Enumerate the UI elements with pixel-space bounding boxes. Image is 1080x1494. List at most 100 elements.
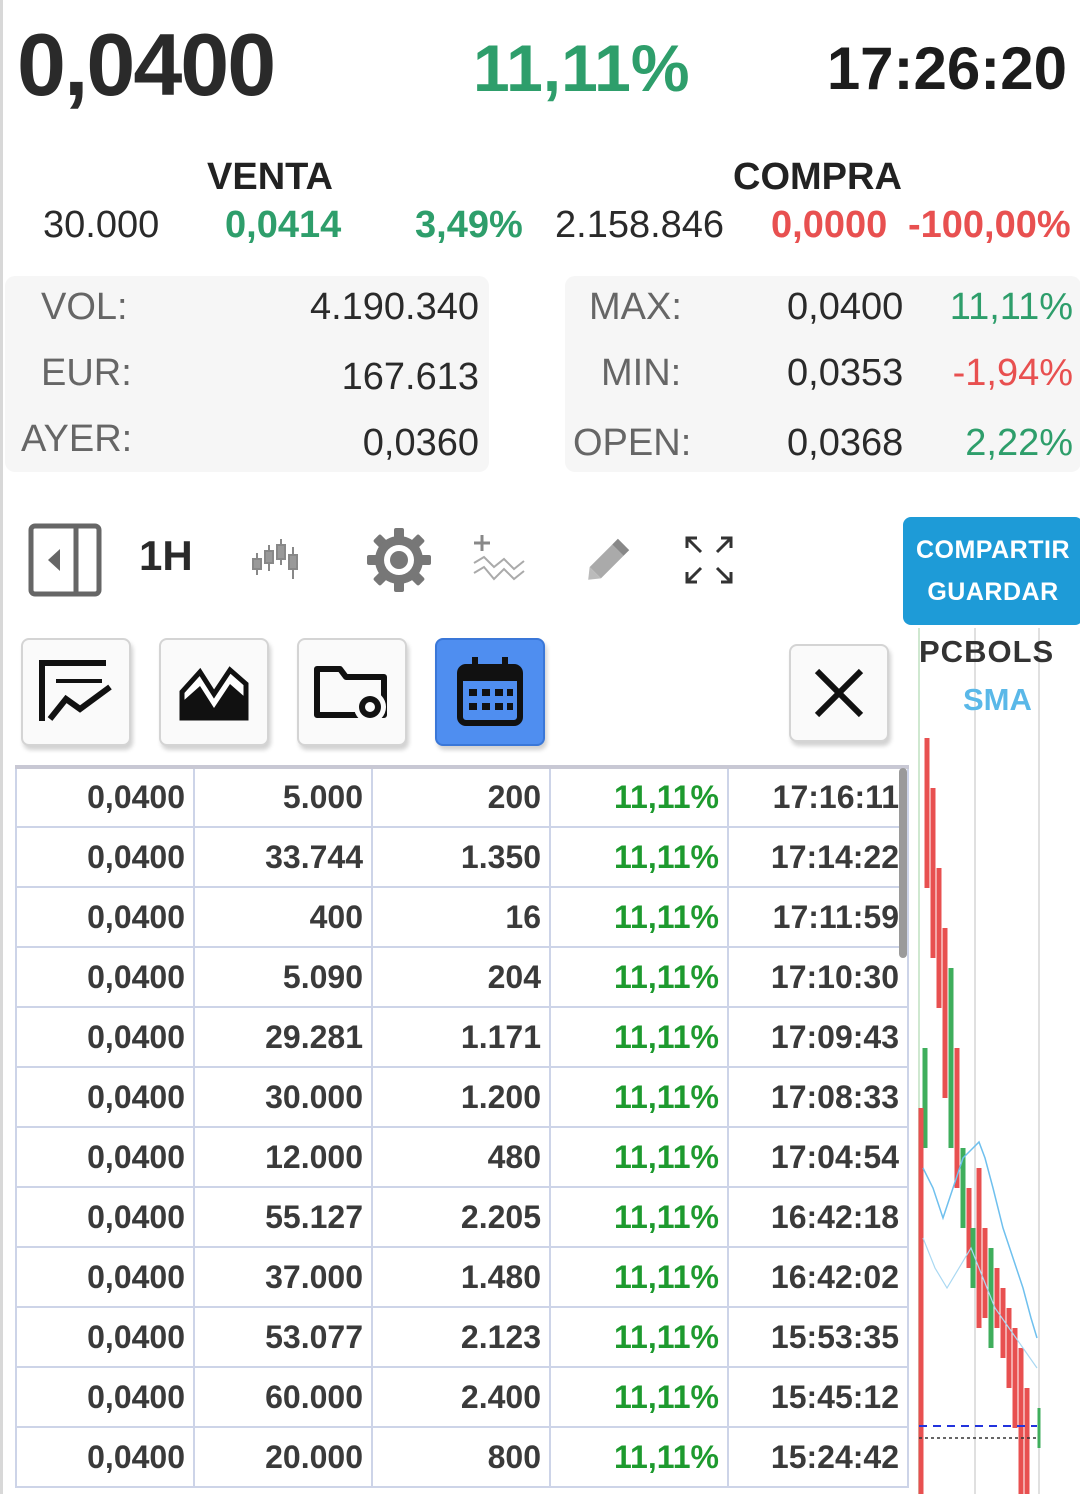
mini-chart-panel[interactable]: PCBOLS SMA — [913, 628, 1053, 1494]
trade-amount: 1.480 — [371, 1246, 551, 1308]
trade-change: 11,11% — [549, 1126, 729, 1188]
quote-header: 0,0400 11,11% 17:26:20 — [3, 0, 1080, 130]
trade-time: 17:04:54 — [727, 1126, 909, 1188]
close-button[interactable] — [789, 644, 889, 742]
trade-amount: 1.200 — [371, 1066, 551, 1128]
table-row[interactable]: 0,0400 12.000 480 11,11% 17:04:54 — [15, 1126, 909, 1188]
buy-price: 0,0000 — [771, 204, 888, 246]
panel-toggle-icon[interactable] — [27, 520, 103, 600]
trade-volume: 33.744 — [193, 826, 373, 888]
trade-change: 11,11% — [549, 1186, 729, 1248]
trade-volume: 29.281 — [193, 1006, 373, 1068]
calendar-button[interactable] — [435, 638, 545, 746]
trade-volume: 37.000 — [193, 1246, 373, 1308]
trade-price: 0,0400 — [15, 1426, 195, 1488]
sell-title: VENTA — [207, 156, 333, 198]
area-chart-icon — [179, 666, 249, 721]
trade-amount: 2.400 — [371, 1366, 551, 1428]
table-row[interactable]: 0,0400 5.000 200 11,11% 17:16:11 — [15, 766, 909, 828]
change-percent: 11,11% — [473, 31, 690, 105]
area-chart-button[interactable] — [159, 638, 269, 746]
table-row[interactable]: 0,0400 53.077 2.123 11,11% 15:53:35 — [15, 1306, 909, 1368]
trade-time: 17:09:43 — [727, 1006, 909, 1068]
trade-change: 11,11% — [549, 1006, 729, 1068]
pencil-icon[interactable] — [579, 520, 637, 600]
sell-volume: 30.000 — [43, 204, 160, 246]
sell-price: 0,0414 — [225, 204, 342, 246]
trade-time: 15:45:12 — [727, 1366, 909, 1428]
buy-title: COMPRA — [733, 156, 902, 198]
table-row[interactable]: 0,0400 60.000 2.400 11,11% 15:45:12 — [15, 1366, 909, 1428]
trade-price: 0,0400 — [15, 1006, 195, 1068]
trade-time: 17:11:59 — [727, 886, 909, 948]
trade-amount: 1.171 — [371, 1006, 551, 1068]
trade-volume: 60.000 — [193, 1366, 373, 1428]
trade-price: 0,0400 — [15, 1066, 195, 1128]
stats-left-panel: VOL: 4.190.340 EUR: 167.613 AYER: 0,0360 — [5, 276, 489, 472]
trade-change: 11,11% — [549, 1426, 729, 1488]
trade-price: 0,0400 — [15, 946, 195, 1008]
calendar-icon — [457, 657, 523, 726]
trade-change: 11,11% — [549, 946, 729, 1008]
open-percent: 2,22% — [965, 422, 1073, 464]
trade-amount: 200 — [371, 766, 551, 828]
share-save-button[interactable]: COMPARTIR GUARDAR — [903, 517, 1080, 625]
table-row[interactable]: 0,0400 30.000 1.200 11,11% 17:08:33 — [15, 1066, 909, 1128]
max-value: 0,0400 — [787, 286, 904, 328]
table-row[interactable]: 0,0400 5.090 204 11,11% 17:10:30 — [15, 946, 909, 1008]
trade-amount: 1.350 — [371, 826, 551, 888]
table-row[interactable]: 0,0400 33.744 1.350 11,11% 17:14:22 — [15, 826, 909, 888]
table-row[interactable]: 0,0400 37.000 1.480 11,11% 16:42:02 — [15, 1246, 909, 1308]
trade-volume: 55.127 — [193, 1186, 373, 1248]
trade-time: 16:42:02 — [727, 1246, 909, 1308]
trade-volume: 12.000 — [193, 1126, 373, 1188]
trade-time: 17:08:33 — [727, 1066, 909, 1128]
trade-change: 11,11% — [549, 1066, 729, 1128]
folder-settings-button[interactable] — [297, 638, 407, 746]
trade-price: 0,0400 — [15, 1246, 195, 1308]
ayer-value: 0,0360 — [362, 422, 479, 464]
trade-time: 17:10:30 — [727, 946, 909, 1008]
interval-selector[interactable]: 1H — [139, 532, 193, 580]
gear-icon[interactable] — [361, 520, 437, 600]
trade-amount: 204 — [371, 946, 551, 1008]
trade-time: 15:24:42 — [727, 1426, 909, 1488]
mini-chart-canvas — [913, 628, 1043, 1494]
max-percent: 11,11% — [949, 286, 1073, 328]
ayer-label: AYER: — [21, 418, 133, 460]
share-label: COMPARTIR — [915, 536, 1071, 564]
mini-chart-indicator: SMA — [963, 682, 1032, 717]
trade-price: 0,0400 — [15, 1366, 195, 1428]
eur-value: 167.613 — [341, 356, 479, 398]
candlestick-icon[interactable] — [247, 520, 307, 600]
sell-percent: 3,49% — [415, 204, 523, 246]
trade-change: 11,11% — [549, 1306, 729, 1368]
trade-amount: 16 — [371, 886, 551, 948]
last-price: 0,0400 — [17, 15, 276, 114]
trade-time: 17:14:22 — [727, 826, 909, 888]
table-scrollbar[interactable] — [899, 768, 907, 958]
add-indicator-icon[interactable] — [469, 520, 527, 600]
line-chart-icon — [39, 660, 112, 721]
last-update-time: 17:26:20 — [826, 35, 1067, 102]
max-label: MAX: — [589, 286, 682, 328]
trade-price: 0,0400 — [15, 826, 195, 888]
trade-volume: 20.000 — [193, 1426, 373, 1488]
table-row[interactable]: 0,0400 29.281 1.171 11,11% 17:09:43 — [15, 1006, 909, 1068]
trades-table: 0,0400 5.000 200 11,11% 17:16:11 0,0400 33.744… — [15, 765, 909, 1488]
trade-time: 17:16:11 — [727, 766, 909, 828]
table-row[interactable]: 0,0400 20.000 800 11,11% 15:24:42 — [15, 1426, 909, 1488]
save-label: GUARDAR — [927, 578, 1059, 606]
vol-value: 4.190.340 — [309, 286, 479, 328]
trade-volume: 400 — [193, 886, 373, 948]
line-chart-button[interactable] — [21, 638, 131, 746]
trade-amount: 800 — [371, 1426, 551, 1488]
fullscreen-icon[interactable] — [679, 520, 739, 600]
trade-volume: 53.077 — [193, 1306, 373, 1368]
table-row[interactable]: 0,0400 400 16 11,11% 17:11:59 — [15, 886, 909, 948]
buy-volume: 2.158.846 — [555, 204, 725, 246]
stats-right-panel: MAX: 0,0400 11,11% MIN: 0,0353 -1,94% OP… — [565, 276, 1080, 472]
trade-price: 0,0400 — [15, 1126, 195, 1188]
table-row[interactable]: 0,0400 55.127 2.205 11,11% 16:42:18 — [15, 1186, 909, 1248]
trade-change: 11,11% — [549, 1366, 729, 1428]
